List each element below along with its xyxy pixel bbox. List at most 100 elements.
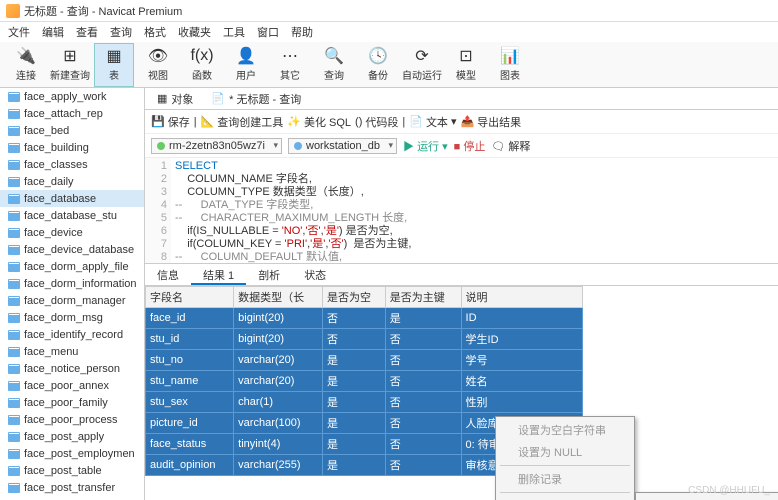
- menu-窗口[interactable]: 窗口: [257, 24, 279, 40]
- beautify-button[interactable]: ✨ 美化 SQL: [287, 114, 351, 130]
- menu-查看[interactable]: 查看: [76, 24, 98, 40]
- tool-图表[interactable]: 📊图表: [490, 43, 530, 87]
- table-face_building[interactable]: face_building: [0, 139, 144, 156]
- table-face_device[interactable]: face_device: [0, 224, 144, 241]
- tab-result[interactable]: 结果 1: [191, 264, 246, 285]
- tool-函数[interactable]: f(x)函数: [182, 43, 222, 87]
- table-face_apply_work[interactable]: face_apply_work: [0, 88, 144, 105]
- 备份-icon: 🕓: [368, 47, 388, 65]
- tool-其它[interactable]: ⋯其它: [270, 43, 310, 87]
- code-area[interactable]: SELECT COLUMN_NAME 字段名, COLUMN_TYPE 数据类型…: [171, 158, 778, 263]
- menu-查询[interactable]: 查询: [110, 24, 132, 40]
- table-icon: [8, 262, 20, 272]
- tool-新建查询[interactable]: ⊞新建查询: [50, 43, 90, 87]
- menu-set-blank[interactable]: 设置为空白字符串: [496, 419, 634, 441]
- menu-delete[interactable]: 删除记录: [496, 468, 634, 490]
- tool-用户[interactable]: 👤用户: [226, 43, 266, 87]
- table-icon: [8, 109, 20, 119]
- table-face_database_stu[interactable]: face_database_stu: [0, 207, 144, 224]
- col-header[interactable]: 说明: [461, 287, 582, 308]
- 自动运行-icon: ⟳: [412, 47, 432, 65]
- col-header[interactable]: 是否为主键: [385, 287, 461, 308]
- tab-status[interactable]: 状态: [292, 264, 338, 285]
- title-bar: 无标题 - 查询 - Navicat Premium: [0, 0, 778, 22]
- builder-button[interactable]: 📐 查询创建工具: [201, 114, 284, 130]
- table-face_dorm_manager[interactable]: face_dorm_manager: [0, 292, 144, 309]
- 新建查询-icon: ⊞: [60, 47, 80, 65]
- menu-工具[interactable]: 工具: [223, 24, 245, 40]
- table-face_poor_process[interactable]: face_poor_process: [0, 411, 144, 428]
- col-header[interactable]: 数据类型（长: [234, 287, 323, 308]
- table-row[interactable]: stu_sexchar(1)是否性别: [146, 392, 583, 413]
- table-icon: [8, 449, 20, 459]
- tab-info[interactable]: 信息: [145, 264, 191, 285]
- table-face_daily[interactable]: face_daily: [0, 173, 144, 190]
- main-toolbar: 🔌连接⊞新建查询▦表👁视图f(x)函数👤用户⋯其它🔍查询🕓备份⟳自动运行⊡模型📊…: [0, 42, 778, 88]
- tab-analyze[interactable]: 剖析: [246, 264, 292, 285]
- table-face_record_workstudy[interactable]: face_record_workstudy: [0, 496, 144, 500]
- run-button[interactable]: ▶ 运行 ▾: [403, 138, 448, 154]
- stop-button[interactable]: ■ 停止: [454, 138, 486, 154]
- menu-bar: 文件编辑查看查询格式收藏夹工具窗口帮助: [0, 22, 778, 42]
- menu-帮助[interactable]: 帮助: [291, 24, 313, 40]
- snippet-button[interactable]: () 代码段: [355, 114, 398, 130]
- tool-模型[interactable]: ⊡模型: [446, 43, 486, 87]
- menu-文件[interactable]: 文件: [8, 24, 30, 40]
- table-face_attach_rep[interactable]: face_attach_rep: [0, 105, 144, 122]
- table-face_device_database[interactable]: face_device_database: [0, 241, 144, 258]
- col-header[interactable]: 字段名: [146, 287, 234, 308]
- table-face_dorm_apply_file[interactable]: face_dorm_apply_file: [0, 258, 144, 275]
- watermark: CSDN @HHUFU_: [688, 485, 770, 496]
- menu-格式[interactable]: 格式: [144, 24, 166, 40]
- table-face_classes[interactable]: face_classes: [0, 156, 144, 173]
- col-header[interactable]: 是否为空: [322, 287, 385, 308]
- document-tabs: ▦ 对象 📄 * 无标题 - 查询: [145, 88, 778, 110]
- table-row[interactable]: stu_idbigint(20)否否学生ID: [146, 329, 583, 350]
- menu-copy[interactable]: 复制: [496, 495, 634, 500]
- table-face_post_table[interactable]: face_post_table: [0, 462, 144, 479]
- explain-button[interactable]: 🗨 解释: [491, 138, 530, 154]
- table-icon: [8, 92, 20, 102]
- table-face_dorm_msg[interactable]: face_dorm_msg: [0, 309, 144, 326]
- table-face_database[interactable]: face_database: [0, 190, 144, 207]
- object-tree[interactable]: face_apply_workface_attach_repface_bedfa…: [0, 88, 145, 500]
- db-select[interactable]: workstation_db: [288, 138, 397, 154]
- menu-收藏夹[interactable]: 收藏夹: [178, 24, 211, 40]
- text-button[interactable]: 📄 文本 ▾: [409, 114, 456, 130]
- tool-备份[interactable]: 🕓备份: [358, 43, 398, 87]
- table-face_dorm_information[interactable]: face_dorm_information: [0, 275, 144, 292]
- table-row[interactable]: stu_novarchar(20)是否学号: [146, 350, 583, 371]
- menu-编辑[interactable]: 编辑: [42, 24, 64, 40]
- table-icon: [8, 194, 20, 204]
- table-face_poor_family[interactable]: face_poor_family: [0, 394, 144, 411]
- context-menu[interactable]: 设置为空白字符串 设置为 NULL 删除记录 复制 复制为 粘贴 显示: [495, 416, 635, 500]
- table-face_poor_annex[interactable]: face_poor_annex: [0, 377, 144, 394]
- query-toolbar: 💾 保存 | 📐 查询创建工具 ✨ 美化 SQL () 代码段 | 📄 文本 ▾…: [145, 110, 778, 134]
- tab-objects[interactable]: ▦ 对象: [151, 89, 199, 109]
- tab-query[interactable]: 📄 * 无标题 - 查询: [205, 89, 307, 109]
- table-face_notice_person[interactable]: face_notice_person: [0, 360, 144, 377]
- table-face_identify_record[interactable]: face_identify_record: [0, 326, 144, 343]
- tool-自动运行[interactable]: ⟳自动运行: [402, 43, 442, 87]
- table-face_post_transfer[interactable]: face_post_transfer: [0, 479, 144, 496]
- menu-set-null[interactable]: 设置为 NULL: [496, 441, 634, 463]
- sql-editor[interactable]: 123456789 SELECT COLUMN_NAME 字段名, COLUMN…: [145, 158, 778, 264]
- tool-表[interactable]: ▦表: [94, 43, 134, 87]
- table-icon: [8, 126, 20, 136]
- tool-连接[interactable]: 🔌连接: [6, 43, 46, 87]
- tool-视图[interactable]: 👁视图: [138, 43, 178, 87]
- table-row[interactable]: face_idbigint(20)否是ID: [146, 308, 583, 329]
- table-row[interactable]: stu_namevarchar(20)是否姓名: [146, 371, 583, 392]
- table-face_post_apply[interactable]: face_post_apply: [0, 428, 144, 445]
- tool-查询[interactable]: 🔍查询: [314, 43, 354, 87]
- table-face_menu[interactable]: face_menu: [0, 343, 144, 360]
- save-button[interactable]: 💾 保存: [151, 114, 190, 130]
- export-button[interactable]: 📤 导出结果: [460, 114, 521, 130]
- table-icon: [8, 432, 20, 442]
- table-face_post_employmen[interactable]: face_post_employmen: [0, 445, 144, 462]
- table-icon: [8, 381, 20, 391]
- app-icon: [6, 4, 20, 18]
- table-face_bed[interactable]: face_bed: [0, 122, 144, 139]
- server-select[interactable]: rm-2zetn83n05wz7i: [151, 138, 282, 154]
- result-grid[interactable]: 字段名数据类型（长是否为空是否为主键说明face_idbigint(20)否是I…: [145, 286, 778, 500]
